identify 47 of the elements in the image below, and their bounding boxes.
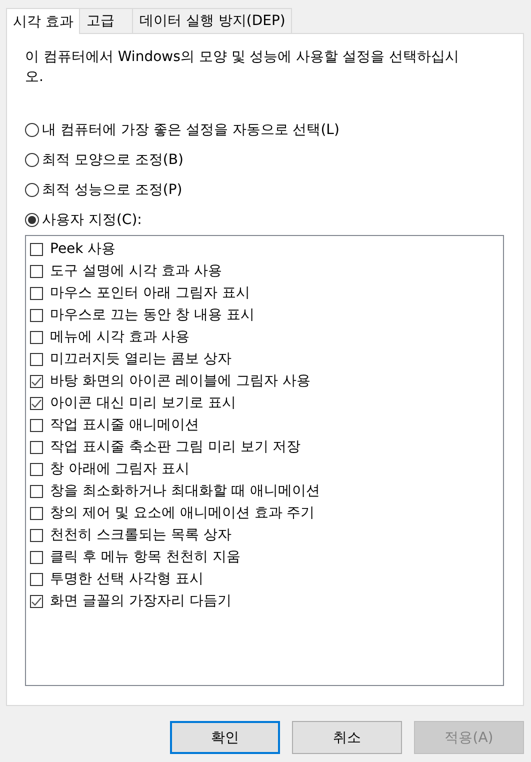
checkbox[interactable] — [30, 418, 43, 432]
checkbox[interactable] — [30, 330, 43, 344]
effect-option[interactable]: 천천히 스크롤되는 목록 상자 — [30, 524, 499, 546]
checkbox[interactable] — [30, 286, 43, 300]
checkbox[interactable] — [30, 506, 43, 520]
effect-option[interactable]: 작업 표시줄 축소판 그림 미리 보기 저장 — [30, 436, 499, 458]
tab[interactable]: 시각 효과 — [6, 8, 80, 34]
radio-button[interactable] — [25, 123, 39, 137]
dialog-button[interactable]: 취소 — [292, 721, 402, 754]
radio-option[interactable]: 최적 모양으로 조정(B) — [25, 149, 504, 171]
effect-option[interactable]: 아이콘 대신 미리 보기로 표시 — [30, 392, 499, 414]
effect-option[interactable]: 도구 설명에 시각 효과 사용 — [30, 260, 499, 282]
checkbox[interactable] — [30, 550, 43, 564]
checkbox[interactable] — [30, 528, 43, 542]
radio-option[interactable]: 내 컴퓨터에 가장 좋은 설정을 자동으로 선택(L) — [25, 119, 504, 141]
effect-option[interactable]: 클릭 후 메뉴 항목 천천히 지움 — [30, 546, 499, 568]
radio-option[interactable]: 사용자 지정(C): — [25, 209, 504, 231]
effect-option[interactable]: 메뉴에 시각 효과 사용 — [30, 326, 499, 348]
effect-option[interactable]: 창 아래에 그림자 표시 — [30, 458, 499, 480]
checkbox[interactable] — [30, 594, 43, 608]
checkbox[interactable] — [30, 484, 43, 498]
checkbox[interactable] — [30, 374, 43, 388]
checkbox[interactable] — [30, 572, 43, 586]
radio-button[interactable] — [25, 213, 39, 227]
radio-button[interactable] — [25, 183, 39, 197]
effect-option[interactable]: Peek 사용 — [30, 238, 499, 260]
checkbox[interactable] — [30, 264, 43, 278]
checkbox[interactable] — [30, 396, 43, 410]
checkbox[interactable] — [30, 440, 43, 454]
effect-option[interactable]: 화면 글꼴의 가장자리 다듬기 — [30, 590, 499, 612]
checkbox[interactable] — [30, 352, 43, 366]
checkbox[interactable] — [30, 242, 43, 256]
effect-option[interactable]: 바탕 화면의 아이콘 레이블에 그림자 사용 — [30, 370, 499, 392]
description-text: 이 컴퓨터에서 Windows의 모양 및 성능에 사용할 설정을 선택하십시오. — [25, 48, 460, 87]
effect-option[interactable]: 미끄러지듯 열리는 콤보 상자 — [30, 348, 499, 370]
effect-option[interactable]: 마우스로 끄는 동안 창 내용 표시 — [30, 304, 499, 326]
dialog-button[interactable]: 확인 — [170, 721, 280, 754]
radio-option[interactable]: 최적 성능으로 조정(P) — [25, 179, 504, 201]
radio-button[interactable] — [25, 153, 39, 167]
effect-option[interactable]: 마우스 포인터 아래 그림자 표시 — [30, 282, 499, 304]
effect-option[interactable]: 작업 표시줄 애니메이션 — [30, 414, 499, 436]
effect-option[interactable]: 창의 제어 및 요소에 애니메이션 효과 주기 — [30, 502, 499, 524]
effect-option[interactable]: 창을 최소화하거나 최대화할 때 애니메이션 — [30, 480, 499, 502]
effect-option[interactable]: 투명한 선택 사각형 표시 — [30, 568, 499, 590]
checkbox[interactable] — [30, 308, 43, 322]
tab[interactable]: 데이터 실행 방지(DEP) — [132, 8, 292, 33]
checkbox[interactable] — [30, 462, 43, 476]
